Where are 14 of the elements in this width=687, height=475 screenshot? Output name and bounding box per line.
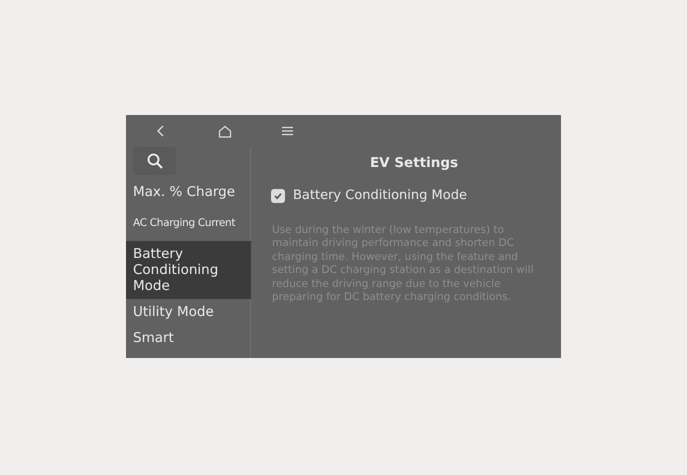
page-title: EV Settings [368,154,460,173]
home-icon[interactable] [218,124,232,138]
sidebar-item[interactable]: Max. % Charge [126,179,251,205]
menu-icon[interactable] [282,126,293,136]
back-icon[interactable] [156,124,166,138]
search-button[interactable] [133,147,176,175]
search-icon [146,153,162,169]
check-icon [273,191,283,201]
checkbox[interactable] [271,189,285,203]
sidebar-item[interactable]: AC Charging Current [126,205,251,241]
sidebar-item[interactable]: Battery Conditioning Mode [126,241,251,299]
checkbox-option[interactable]: Battery Conditioning Mode [271,186,561,206]
sidebar-item[interactable]: Smart [126,325,251,351]
sidebar-item[interactable]: Utility Mode [126,299,251,325]
